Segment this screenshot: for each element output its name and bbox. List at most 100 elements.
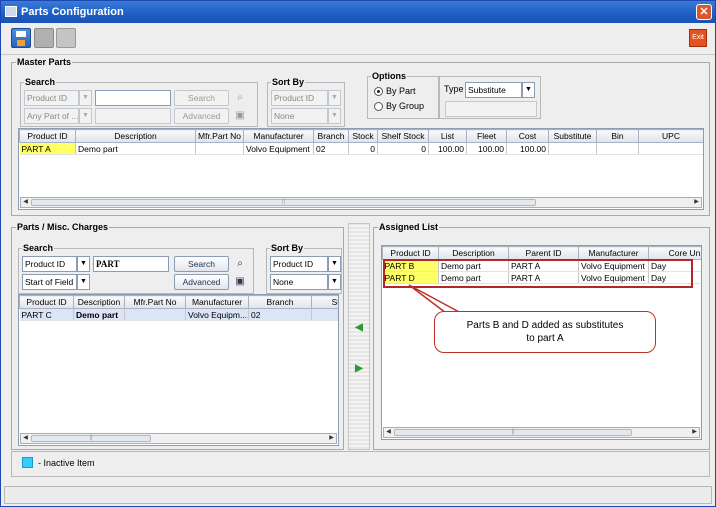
search-field-select[interactable]: Product ID	[22, 256, 77, 272]
by-part-label: By Part	[386, 86, 416, 96]
column-header[interactable]: Manufacturer	[243, 129, 314, 143]
master-horizontal-scrollbar[interactable]: ◀ || ▶	[20, 197, 702, 208]
parts-search-group: Search Product ID ▼ Start of Field ▼ PAR…	[18, 243, 254, 294]
column-header[interactable]: Manufacturer	[185, 295, 249, 309]
search-field-select[interactable]: Product ID	[24, 90, 79, 106]
column-header[interactable]: Product ID	[19, 129, 76, 143]
master-search-group: Search Product ID ▼ Any Part of ... ▼ Se…	[20, 77, 258, 127]
type-group: Type Substitute ▼	[439, 76, 541, 119]
search-button[interactable]: Search	[174, 256, 229, 272]
table-cell: Volvo Equipment	[243, 142, 314, 155]
assigned-horizontal-scrollbar[interactable]: ◀ || ▶	[383, 427, 700, 438]
parts-grid[interactable]: Product ID Description Mfr.Part No Manufact…	[18, 294, 339, 446]
column-header[interactable]: UPC	[638, 129, 703, 143]
column-header[interactable]: Mfr.Part No	[195, 129, 244, 143]
sort-order-select[interactable]: None	[270, 274, 328, 290]
column-header[interactable]: Description	[73, 295, 125, 309]
exit-button[interactable]: Exit	[689, 29, 707, 47]
table-cell	[548, 142, 597, 155]
legend-panel	[11, 451, 710, 477]
column-header[interactable]: Branch	[248, 295, 312, 309]
scroll-thumb[interactable]: ||	[394, 429, 632, 436]
sort-field-select[interactable]: Product ID	[270, 256, 328, 272]
search-input[interactable]: PART	[93, 256, 169, 272]
column-header[interactable]: Branch	[313, 129, 349, 143]
app-window: Parts Configuration ✕ Exit Master Parts …	[0, 0, 716, 507]
column-header[interactable]: Mfr.Part No	[124, 295, 186, 309]
type-select[interactable]: Substitute	[465, 82, 522, 98]
chevron-down-icon[interactable]: ▼	[328, 108, 341, 124]
move-right-icon[interactable]: ▶	[352, 363, 366, 375]
chevron-down-icon[interactable]: ▼	[328, 90, 341, 106]
column-header[interactable]: Description	[75, 129, 196, 143]
match-type-select[interactable]: Any Part of ...	[24, 108, 79, 124]
chevron-down-icon[interactable]: ▼	[77, 274, 90, 290]
move-left-icon[interactable]: ◀	[352, 322, 366, 334]
search-input-secondary[interactable]	[95, 108, 171, 124]
column-header[interactable]: Manufacturer	[578, 246, 649, 260]
column-header[interactable]: Sto	[311, 295, 338, 309]
chevron-down-icon[interactable]: ▼	[79, 108, 92, 124]
match-type-select[interactable]: Start of Field	[22, 274, 77, 290]
column-header[interactable]: Shelf Stock	[377, 129, 429, 143]
search-button[interactable]: Search	[174, 90, 229, 106]
column-header[interactable]: Core Un	[648, 246, 701, 260]
column-header[interactable]: Cost	[506, 129, 549, 143]
save-icon[interactable]	[11, 28, 31, 48]
table-row[interactable]: PART A Demo part Volvo Equipment 02 0 0 100.00…	[19, 142, 703, 155]
status-bar	[4, 486, 712, 504]
advanced-button[interactable]: Advanced	[174, 274, 229, 290]
search-input[interactable]	[95, 90, 171, 106]
print-icon[interactable]	[34, 28, 54, 48]
chevron-down-icon[interactable]: ▼	[522, 82, 535, 98]
table-cell	[195, 142, 244, 155]
master-sort-group: Sort By Product ID ▼ None ▼	[267, 77, 345, 127]
advanced-search-icon[interactable]: ▣	[232, 274, 248, 290]
sort-field-select[interactable]: Product ID	[271, 90, 328, 106]
column-header[interactable]: Stock	[348, 129, 378, 143]
chevron-down-icon[interactable]: ▼	[328, 256, 341, 272]
column-header[interactable]: Bin	[596, 129, 639, 143]
inactive-item-swatch	[22, 457, 33, 468]
scroll-thumb[interactable]: ||	[31, 435, 151, 442]
column-header[interactable]: Substitute	[548, 129, 597, 143]
assigned-list-title: Assigned List	[378, 222, 440, 232]
chevron-down-icon[interactable]: ▼	[79, 90, 92, 106]
sort-order-select[interactable]: None	[271, 108, 328, 124]
master-parts-title: Master Parts	[16, 57, 73, 67]
by-group-radio[interactable]	[374, 102, 383, 111]
scroll-right-icon[interactable]: ▶	[690, 428, 699, 437]
column-header[interactable]: List	[428, 129, 467, 143]
find-icon[interactable]: ⌕	[232, 90, 248, 106]
callout-line-1: Parts B and D added as substitutes	[466, 320, 624, 331]
scroll-left-icon[interactable]: ◀	[384, 428, 393, 437]
parts-horizontal-scrollbar[interactable]: ◀ || ▶	[20, 433, 337, 444]
scroll-right-icon[interactable]: ▶	[692, 198, 701, 207]
document-icon[interactable]	[56, 28, 76, 48]
table-cell: 100.00	[466, 142, 507, 155]
master-parts-grid[interactable]: Product ID Description Mfr.Part No Manufact…	[18, 128, 704, 210]
find-icon[interactable]: ⌕	[232, 256, 248, 272]
chevron-down-icon[interactable]: ▼	[77, 256, 90, 272]
close-icon[interactable]: ✕	[696, 4, 712, 20]
column-header[interactable]: Fleet	[466, 129, 507, 143]
advanced-search-icon[interactable]: ▣	[232, 108, 248, 124]
column-header[interactable]: Product ID	[19, 295, 74, 309]
column-header[interactable]: Description	[438, 246, 509, 260]
by-part-radio[interactable]	[374, 87, 383, 96]
table-row[interactable]: PART C Demo part Volvo Equipm... 02	[19, 308, 338, 321]
chevron-down-icon[interactable]: ▼	[328, 274, 341, 290]
scroll-left-icon[interactable]: ◀	[21, 434, 30, 443]
advanced-button[interactable]: Advanced	[174, 108, 229, 124]
scroll-left-icon[interactable]: ◀	[21, 198, 30, 207]
scroll-right-icon[interactable]: ▶	[327, 434, 336, 443]
app-icon	[5, 6, 17, 17]
group-search-input[interactable]	[445, 101, 537, 117]
window-title: Parts Configuration	[21, 6, 124, 18]
scroll-thumb[interactable]: ||	[31, 199, 536, 206]
options-label: Options	[371, 71, 407, 81]
column-header[interactable]: Parent ID	[508, 246, 579, 260]
column-header[interactable]: Product ID	[382, 246, 439, 260]
type-label: Type	[444, 84, 464, 94]
table-cell	[638, 142, 703, 155]
